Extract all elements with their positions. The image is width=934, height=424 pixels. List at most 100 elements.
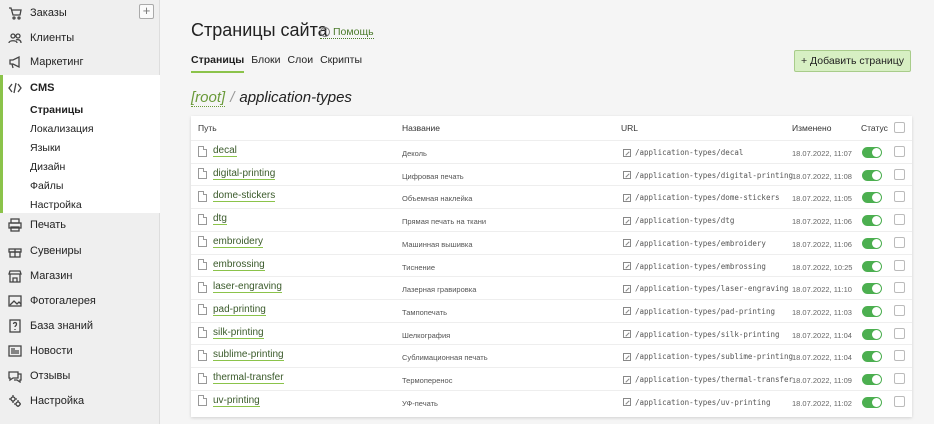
cms-sub-pages[interactable]: Страницы	[30, 104, 83, 116]
external-link-icon[interactable]	[623, 239, 631, 248]
name-cell: Тиснение	[402, 262, 436, 272]
row-checkbox[interactable]	[894, 373, 905, 384]
select-all-checkbox[interactable]	[894, 122, 905, 133]
sidebar-item-print[interactable]: Печать	[0, 212, 159, 237]
status-toggle[interactable]	[862, 328, 882, 340]
cms-sub-languages[interactable]: Языки	[30, 142, 60, 154]
path-cell: thermal-transfer	[198, 372, 284, 384]
breadcrumb-root[interactable]: [root]	[191, 89, 226, 107]
row-checkbox[interactable]	[894, 327, 905, 339]
status-toggle[interactable]	[862, 260, 882, 272]
sidebar-item-label: Сувениры	[30, 244, 82, 257]
cms-sub-design[interactable]: Дизайн	[30, 161, 65, 173]
cms-sub-settings[interactable]: Настройка	[30, 199, 82, 211]
path-link[interactable]: sublime-printing	[213, 349, 284, 362]
path-link[interactable]: decal	[213, 145, 237, 157]
sidebar-item-knowledge[interactable]: База знаний	[0, 313, 159, 338]
path-link[interactable]: thermal-transfer	[213, 372, 284, 384]
external-link-icon[interactable]	[623, 330, 631, 339]
sidebar-item-news[interactable]: Новости	[0, 338, 159, 363]
row-checkbox[interactable]	[894, 168, 905, 180]
sidebar-item-settings[interactable]: Настройка	[0, 388, 159, 413]
row-checkbox[interactable]	[894, 350, 905, 362]
path-cell: sublime-printing	[198, 349, 284, 362]
col-url: URL	[621, 123, 639, 133]
path-link[interactable]: uv-printing	[213, 395, 260, 407]
url-cell: /application-types/laser-engraving	[623, 284, 789, 293]
row-checkbox[interactable]	[894, 236, 905, 248]
row-checkbox[interactable]	[894, 191, 905, 203]
sidebar-item-orders[interactable]: Заказы	[0, 0, 159, 25]
sidebar-item-souvenirs[interactable]: Сувениры	[0, 238, 159, 263]
add-order-button[interactable]: +	[139, 4, 154, 19]
external-link-icon[interactable]	[623, 262, 631, 270]
status-toggle[interactable]	[862, 237, 882, 249]
external-link-icon[interactable]	[623, 284, 631, 293]
path-link[interactable]: silk-printing	[213, 327, 264, 339]
help-icon: ?	[320, 27, 330, 37]
external-link-icon[interactable]	[623, 216, 631, 225]
row-checkbox[interactable]	[894, 259, 905, 271]
cms-sub-files[interactable]: Файлы	[30, 180, 63, 192]
col-modified: Изменено	[792, 123, 832, 133]
add-page-button[interactable]: + Добавить страницу	[794, 50, 911, 72]
url-text: /application-types/thermal-transfer	[635, 375, 794, 384]
url-text: /application-types/pad-printing	[635, 306, 775, 316]
status-toggle[interactable]	[862, 305, 882, 317]
tab-scripts[interactable]: Скрипты	[320, 54, 362, 73]
tab-blocks[interactable]: Блоки	[251, 54, 280, 73]
external-link-icon[interactable]	[623, 193, 631, 202]
external-link-icon[interactable]	[623, 375, 631, 384]
status-toggle[interactable]	[862, 169, 882, 181]
cms-sub-localization[interactable]: Локализация	[30, 123, 94, 135]
path-cell: digital-printing	[198, 168, 276, 180]
url-cell: /application-types/dome-stickers	[623, 193, 780, 202]
external-link-icon[interactable]	[623, 398, 631, 407]
url-cell: /application-types/uv-printing	[623, 398, 770, 407]
row-checkbox[interactable]	[894, 214, 905, 226]
modified-cell: 18.07.2022, 11:02	[792, 398, 852, 408]
name-cell: Прямая печать на ткани	[402, 217, 487, 227]
status-toggle[interactable]	[862, 215, 882, 227]
path-link[interactable]: pad-printing	[213, 304, 266, 316]
path-link[interactable]: dtg	[213, 213, 227, 226]
url-text: /application-types/dtg	[635, 216, 735, 226]
sidebar-item-clients[interactable]: Клиенты	[0, 25, 159, 50]
tab-layers[interactable]: Слои	[288, 54, 314, 73]
sidebar-item-cms[interactable]: CMS	[3, 75, 160, 100]
sidebar-item-store[interactable]: Магазин	[0, 263, 159, 288]
sidebar-item-label: Магазин	[30, 269, 73, 282]
path-link[interactable]: laser-engraving	[213, 281, 282, 294]
external-link-icon[interactable]	[623, 171, 631, 180]
path-link[interactable]: digital-printing	[213, 168, 276, 180]
row-checkbox[interactable]	[894, 282, 905, 294]
row-checkbox[interactable]	[894, 146, 905, 157]
status-toggle[interactable]	[862, 192, 882, 204]
tab-pages[interactable]: Страницы	[191, 54, 245, 73]
external-link-icon[interactable]	[623, 352, 631, 361]
sidebar-item-marketing[interactable]: Маркетинг	[0, 49, 159, 74]
status-toggle[interactable]	[862, 374, 882, 385]
path-link[interactable]: embrossing	[213, 259, 265, 271]
sidebar-item-reviews[interactable]: Отзывы	[0, 363, 159, 388]
sidebar-item-gallery[interactable]: Фотогалерея	[0, 288, 159, 313]
url-text: /application-types/silk-printing	[635, 329, 780, 339]
row-checkbox[interactable]	[894, 395, 905, 407]
status-toggle[interactable]	[862, 283, 882, 295]
row-checkbox[interactable]	[894, 304, 905, 316]
external-link-icon[interactable]	[623, 307, 631, 316]
sidebar-item-label: Заказы	[30, 6, 67, 19]
external-link-icon[interactable]	[623, 148, 631, 157]
help-link[interactable]: ? Помощь	[320, 26, 374, 39]
path-link[interactable]: dome-stickers	[213, 190, 276, 203]
path-link[interactable]: embroidery	[213, 236, 264, 248]
gift-icon	[8, 244, 22, 258]
status-toggle[interactable]	[862, 147, 882, 158]
status-toggle[interactable]	[862, 351, 882, 363]
sidebar-item-label: Маркетинг	[30, 55, 84, 68]
document-icon	[198, 213, 207, 225]
breadcrumb: [root] / application-types	[191, 89, 352, 107]
store-icon	[8, 269, 22, 283]
status-toggle[interactable]	[862, 396, 882, 408]
document-icon	[198, 236, 207, 248]
